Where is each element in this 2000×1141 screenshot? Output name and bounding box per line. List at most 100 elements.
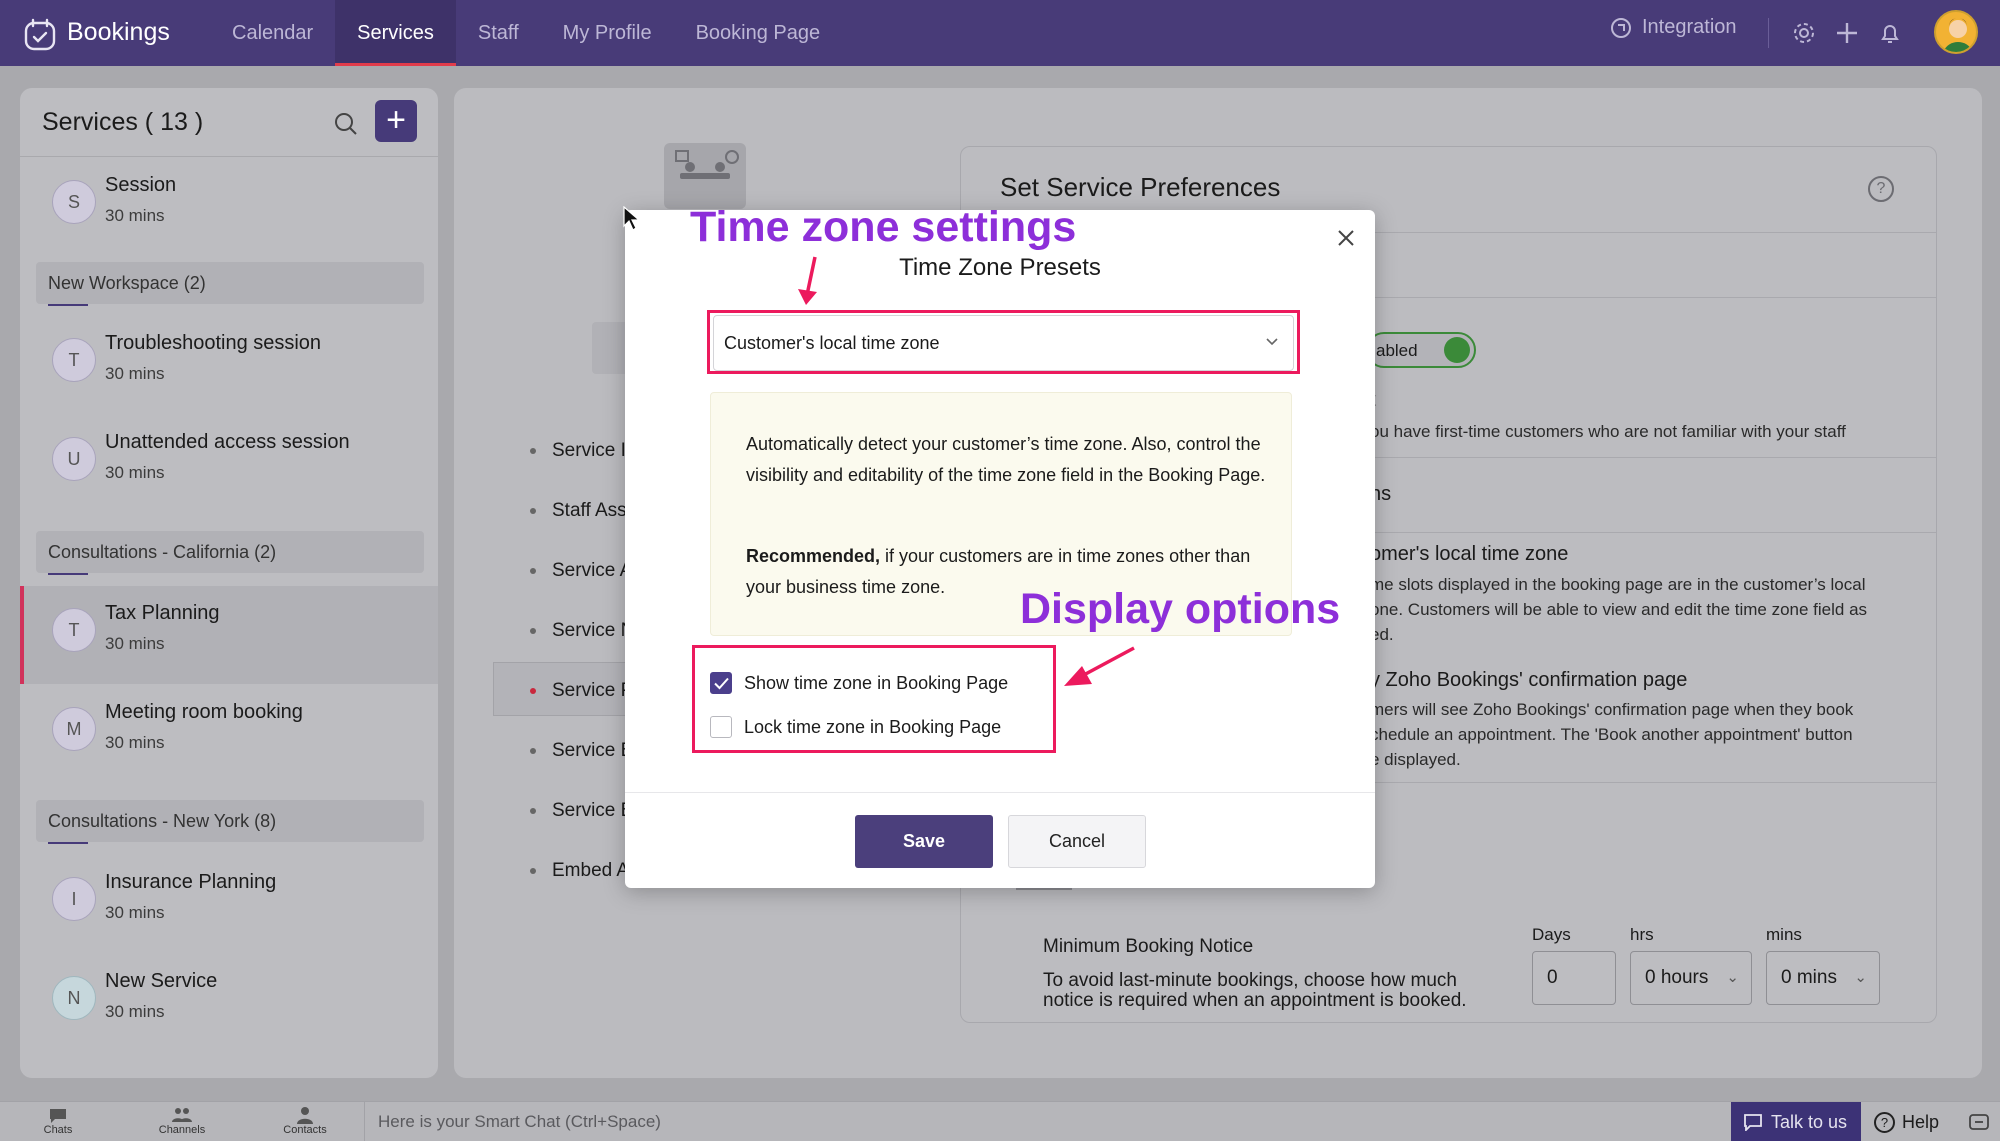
settings-gear-icon[interactable]: [1791, 20, 1817, 46]
sidebar-divider: [20, 156, 438, 157]
settings-menu-item[interactable]: Service N: [530, 620, 634, 642]
contacts-button[interactable]: Contacts: [265, 1106, 345, 1136]
service-name: New Service: [105, 970, 218, 992]
pref-text: chedule an appointment. The 'Book anothe…: [1370, 725, 1853, 744]
search-icon[interactable]: [332, 110, 360, 138]
app-brand[interactable]: Bookings: [67, 18, 170, 47]
nav-tab-my-profile[interactable]: My Profile: [541, 0, 674, 66]
min-notice-description: notice is required when an appointment i…: [1043, 990, 1467, 1011]
integration-icon: [1611, 17, 1631, 38]
enabled-toggle[interactable]: abled: [1366, 332, 1476, 368]
chats-button[interactable]: Chats: [18, 1106, 98, 1136]
settings-menu-item[interactable]: Staff Assi: [530, 500, 631, 522]
nav-tab-calendar[interactable]: Calendar: [210, 0, 335, 66]
help-question-icon[interactable]: ?: [1868, 176, 1894, 202]
service-item-meeting-room[interactable]: M Meeting room booking 30 mins: [20, 685, 438, 777]
help-circle-icon: ?: [1874, 1112, 1895, 1133]
service-item-troubleshooting[interactable]: T Troubleshooting session 30 mins: [20, 316, 438, 408]
chat-bubble-icon: [1744, 1114, 1762, 1131]
service-name: Troubleshooting session: [105, 332, 322, 354]
nav-tab-services[interactable]: Services: [335, 0, 456, 66]
service-duration: 30 mins: [105, 364, 165, 383]
pref-text: me slots displayed in the booking page a…: [1370, 575, 1866, 594]
modal-title: Time Zone Presets: [899, 254, 1101, 281]
integration-label: Integration: [1642, 16, 1737, 38]
service-item-tax-planning[interactable]: T Tax Planning 30 mins: [20, 586, 438, 684]
annotation-arrow-icon: [798, 256, 817, 305]
settings-menu-item-active[interactable]: Service P: [530, 680, 633, 702]
service-avatar: I: [52, 877, 96, 921]
main-nav: Calendar Services Staff My Profile Booki…: [210, 0, 842, 66]
highlight-box-time-zone-select: [707, 310, 1300, 374]
contacts-label: Contacts: [283, 1124, 327, 1136]
group-name: Consultations - California (2): [48, 542, 277, 562]
service-name: Tax Planning: [105, 602, 220, 624]
service-item-new-service[interactable]: N New Service 30 mins: [20, 954, 438, 1046]
group-consultations-california[interactable]: Consultations - California (2): [36, 531, 424, 575]
service-image-thumbnail[interactable]: [664, 143, 746, 209]
preferences-title: Set Service Preferences: [1000, 172, 1281, 202]
talk-to-us-button[interactable]: Talk to us: [1731, 1102, 1861, 1141]
top-nav-bar: Bookings Calendar Services Staff My Prof…: [0, 0, 2000, 66]
settings-menu-item[interactable]: Service B: [530, 740, 633, 762]
service-avatar: N: [52, 976, 96, 1020]
service-avatar: T: [52, 608, 96, 652]
days-value: 0: [1547, 967, 1558, 988]
days-input[interactable]: 0: [1532, 951, 1616, 1005]
channels-button[interactable]: Channels: [142, 1106, 222, 1136]
min-notice-title: Minimum Booking Notice: [1043, 936, 1254, 957]
settings-menu-item[interactable]: Service In: [530, 440, 636, 462]
channels-people-icon: [172, 1108, 192, 1122]
contact-person-icon: [297, 1107, 313, 1124]
feedback-icon[interactable]: [1968, 1111, 1990, 1133]
service-item-insurance-planning[interactable]: I Insurance Planning 30 mins: [20, 855, 438, 947]
service-duration: 30 mins: [105, 206, 165, 225]
bottom-bar: Chats Channels Contacts Here is your Sma…: [0, 1101, 2000, 1141]
channels-label: Channels: [158, 1124, 206, 1136]
preferences-divider: [1370, 782, 1936, 783]
close-icon[interactable]: [1334, 226, 1358, 250]
service-name: Unattended access session: [105, 431, 350, 453]
mins-label: mins: [1766, 925, 1802, 944]
integration-link[interactable]: Integration: [1610, 16, 1737, 39]
hours-select[interactable]: 0 hours ⌄: [1630, 951, 1752, 1005]
service-avatar: U: [52, 437, 96, 481]
add-plus-icon[interactable]: [1834, 20, 1860, 46]
settings-menu-item[interactable]: Embed A: [530, 860, 629, 882]
chats-label: Chats: [43, 1124, 73, 1136]
service-item-session[interactable]: S Session 30 mins: [20, 158, 438, 250]
notification-bell-icon[interactable]: [1877, 20, 1903, 46]
service-duration: 30 mins: [105, 903, 165, 922]
service-name: Meeting room booking: [105, 701, 303, 723]
add-service-button[interactable]: +: [375, 100, 417, 142]
bookings-logo-icon[interactable]: [22, 16, 58, 52]
info-recommended-label: Recommended,: [746, 546, 881, 566]
group-name: New Workspace (2): [48, 273, 206, 293]
services-title: Services ( 13 ): [42, 108, 204, 136]
cancel-button[interactable]: Cancel: [1008, 815, 1146, 868]
annotation-arrow-icon: [1064, 646, 1135, 686]
mins-select[interactable]: 0 mins ⌄: [1766, 951, 1880, 1005]
user-avatar[interactable]: [1934, 10, 1978, 54]
bottom-bar-divider: [364, 1102, 365, 1141]
service-item-unattended[interactable]: U Unattended access session 30 mins: [20, 415, 438, 507]
nav-tab-booking-page[interactable]: Booking Page: [674, 0, 843, 66]
service-avatar: S: [52, 180, 96, 224]
settings-menu-item[interactable]: Service B: [530, 800, 633, 822]
user-avatar-image: [1943, 18, 1973, 52]
info-description: Automatically detect your customer’s tim…: [746, 434, 1266, 485]
save-button[interactable]: Save: [855, 815, 993, 868]
hrs-label: hrs: [1630, 925, 1654, 944]
pref-text: y Zoho Bookings' confirmation page: [1370, 669, 1688, 691]
annotation-time-zone-settings: Time zone settings: [690, 203, 1077, 251]
help-button[interactable]: ? Help: [1862, 1102, 1962, 1141]
help-label: Help: [1902, 1112, 1940, 1132]
nav-tab-staff[interactable]: Staff: [456, 0, 541, 66]
group-name: Consultations - New York (8): [48, 811, 277, 831]
settings-menu-item[interactable]: Service A: [530, 560, 632, 582]
smart-chat-input[interactable]: Here is your Smart Chat (Ctrl+Space): [378, 1112, 661, 1132]
group-new-workspace[interactable]: New Workspace (2): [36, 262, 424, 306]
group-consultations-new-york[interactable]: Consultations - New York (8): [36, 800, 424, 844]
chevron-down-icon: ⌄: [1726, 969, 1739, 986]
toggle-label: abled: [1376, 341, 1418, 360]
